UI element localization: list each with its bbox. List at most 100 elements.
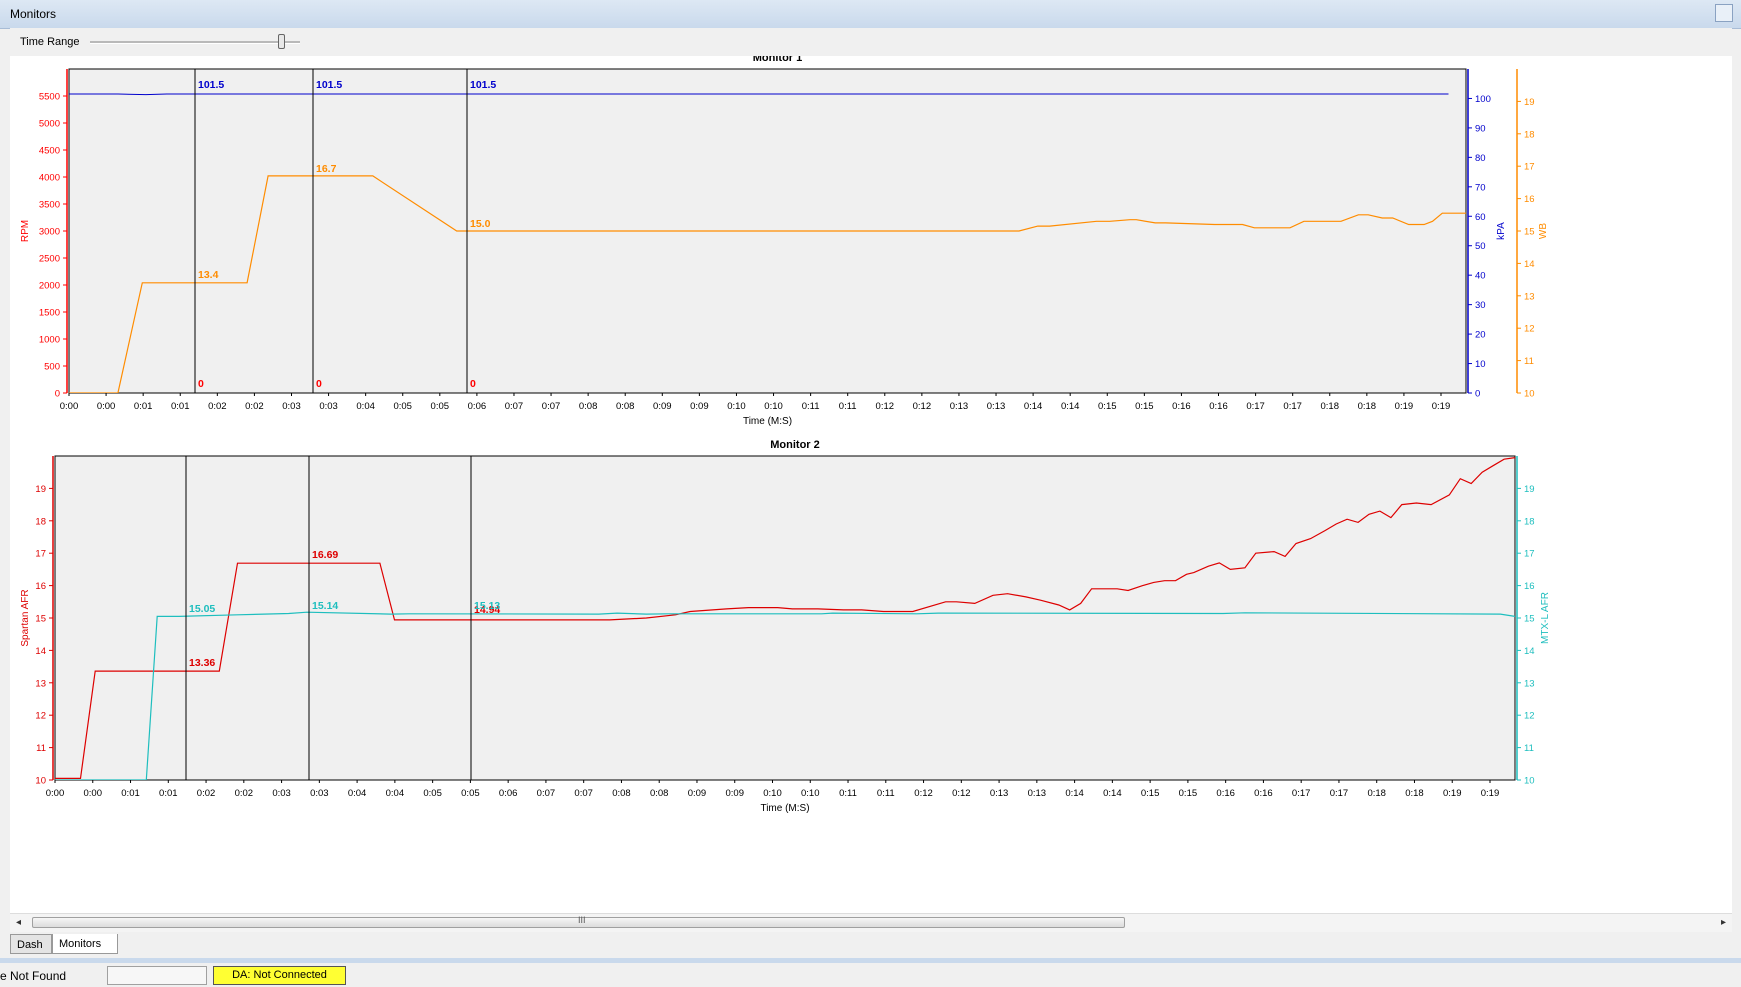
y-tick-label: 100 [1475, 94, 1491, 105]
x-tick-label: 0:02 [235, 788, 254, 799]
x-tick-label: 0:03 [282, 401, 301, 412]
x-tick-label: 0:02 [197, 788, 216, 799]
x-tick-label: 0:00 [84, 788, 103, 799]
y-tick-label: 60 [1475, 212, 1486, 223]
x-tick-label: 0:02 [245, 401, 264, 412]
chart-title-1: Monitor 2 [770, 439, 820, 451]
x-tick-label: 0:12 [914, 788, 933, 799]
x-tick-label: 0:16 [1172, 401, 1191, 412]
scroll-thumb[interactable]: III [32, 915, 1125, 928]
scroll-right-arrow-icon[interactable]: ▸ [1721, 917, 1726, 928]
y-tick-label: 19 [1524, 484, 1535, 495]
x-tick-label: 0:19 [1432, 401, 1451, 412]
x-tick-label: 0:08 [612, 788, 631, 799]
time-range-slider-track[interactable] [90, 41, 300, 44]
x-tick-label: 0:14 [1065, 788, 1084, 799]
x-tick-label: 0:17 [1246, 401, 1265, 412]
x-tick-label: 0:09 [653, 401, 672, 412]
tab-dash[interactable]: Dash [10, 934, 52, 954]
time-range-label: Time Range [20, 36, 80, 48]
y-tick-label: 3500 [39, 200, 60, 211]
x-tick-label: 0:00 [97, 401, 116, 412]
tab-monitors[interactable]: Monitors [52, 934, 118, 954]
x-axis-label-1: Time (M:S) [760, 803, 809, 814]
x-tick-label: 0:09 [690, 401, 709, 412]
x-tick-label: 0:19 [1481, 788, 1500, 799]
y-tick-label: 14 [1524, 259, 1535, 270]
cursor-wb-label: 16.7 [316, 163, 337, 175]
y-tick-label: 14 [1524, 646, 1535, 657]
y-tick-label: 11 [1524, 356, 1534, 367]
toolbar: Time Range [10, 28, 1732, 57]
plot-area-1 [54, 455, 1516, 781]
x-tick-label: 0:15 [1135, 401, 1154, 412]
x-tick-label: 0:14 [1061, 401, 1080, 412]
y-tick-label: 15 [35, 614, 46, 625]
y-tick-label: 12 [35, 711, 46, 722]
y-tick-label: 14 [35, 646, 46, 657]
x-tick-label: 0:15 [1098, 401, 1117, 412]
y-axis-title: RPM [20, 220, 31, 242]
x-tick-label: 0:13 [987, 401, 1006, 412]
cursor-mtx-label: 15.13 [474, 600, 500, 612]
y-tick-label: 10 [1524, 389, 1535, 400]
x-tick-label: 0:13 [1028, 788, 1047, 799]
x-tick-label: 0:01 [171, 401, 190, 412]
x-tick-label: 0:10 [727, 401, 746, 412]
status-field [107, 966, 207, 985]
window-titlebar: Monitors [0, 0, 1741, 29]
chart-title-0: Monitor 1 [753, 56, 803, 64]
cursor-spartan-label: 13.36 [189, 657, 215, 669]
cursor-wb-label: 13.4 [198, 269, 219, 281]
x-tick-label: 0:08 [579, 401, 598, 412]
x-tick-label: 0:05 [393, 401, 412, 412]
y-tick-label: 1500 [39, 308, 60, 319]
x-tick-label: 0:03 [310, 788, 329, 799]
y-tick-label: 0 [55, 389, 60, 400]
x-tick-label: 0:01 [159, 788, 178, 799]
y-tick-label: 19 [35, 484, 46, 495]
x-tick-label: 0:10 [763, 788, 782, 799]
x-tick-label: 0:06 [499, 788, 518, 799]
horizontal-scrollbar[interactable]: ◂ III ▸ [10, 913, 1732, 932]
x-tick-label: 0:05 [423, 788, 442, 799]
x-tick-label: 0:18 [1405, 788, 1424, 799]
x-tick-label: 0:10 [764, 401, 783, 412]
y-tick-label: 19 [1524, 97, 1535, 108]
x-tick-label: 0:07 [574, 788, 593, 799]
x-tick-label: 0:13 [950, 401, 969, 412]
x-tick-label: 0:07 [505, 401, 524, 412]
y-tick-label: 11 [1524, 743, 1534, 754]
y-tick-label: 18 [1524, 516, 1535, 527]
x-tick-label: 0:19 [1395, 401, 1414, 412]
y-tick-label: 4000 [39, 173, 60, 184]
x-tick-label: 0:15 [1179, 788, 1198, 799]
time-range-slider-thumb[interactable] [278, 34, 285, 49]
x-tick-label: 0:05 [461, 788, 480, 799]
y-tick-label: 16 [1524, 581, 1535, 592]
y-tick-label: 40 [1475, 271, 1486, 282]
x-tick-label: 0:12 [913, 401, 932, 412]
x-tick-label: 0:14 [1024, 401, 1043, 412]
x-tick-label: 0:09 [688, 788, 707, 799]
y-tick-label: 5000 [39, 119, 60, 130]
x-tick-label: 0:04 [386, 788, 405, 799]
charts-panel: Monitor 1 Time (M:S) 0:00 0:00 0:01 0:01 0:02 0… [10, 52, 1732, 913]
y-tick-label: 2000 [39, 281, 60, 292]
tab-bar: Dash Monitors [10, 932, 1732, 956]
y-tick-label: 30 [1475, 300, 1486, 311]
y-tick-label: 13 [1524, 291, 1535, 302]
cursor-kpa-label: 101.5 [198, 79, 224, 91]
window-restore-button[interactable] [1715, 4, 1733, 22]
y-tick-label: 17 [1524, 549, 1535, 560]
y-tick-label: 80 [1475, 153, 1486, 164]
y-tick-label: 16 [1524, 194, 1535, 205]
x-axis-label-0: Time (M:S) [743, 416, 792, 427]
y-tick-label: 17 [35, 549, 46, 560]
x-tick-label: 0:04 [348, 788, 367, 799]
y-axis-title: WB [1538, 223, 1549, 239]
scroll-left-arrow-icon[interactable]: ◂ [16, 917, 21, 928]
cursor-kpa-label: 101.5 [316, 79, 342, 91]
status-message: e Not Found [0, 969, 67, 983]
x-tick-label: 0:03 [272, 788, 291, 799]
